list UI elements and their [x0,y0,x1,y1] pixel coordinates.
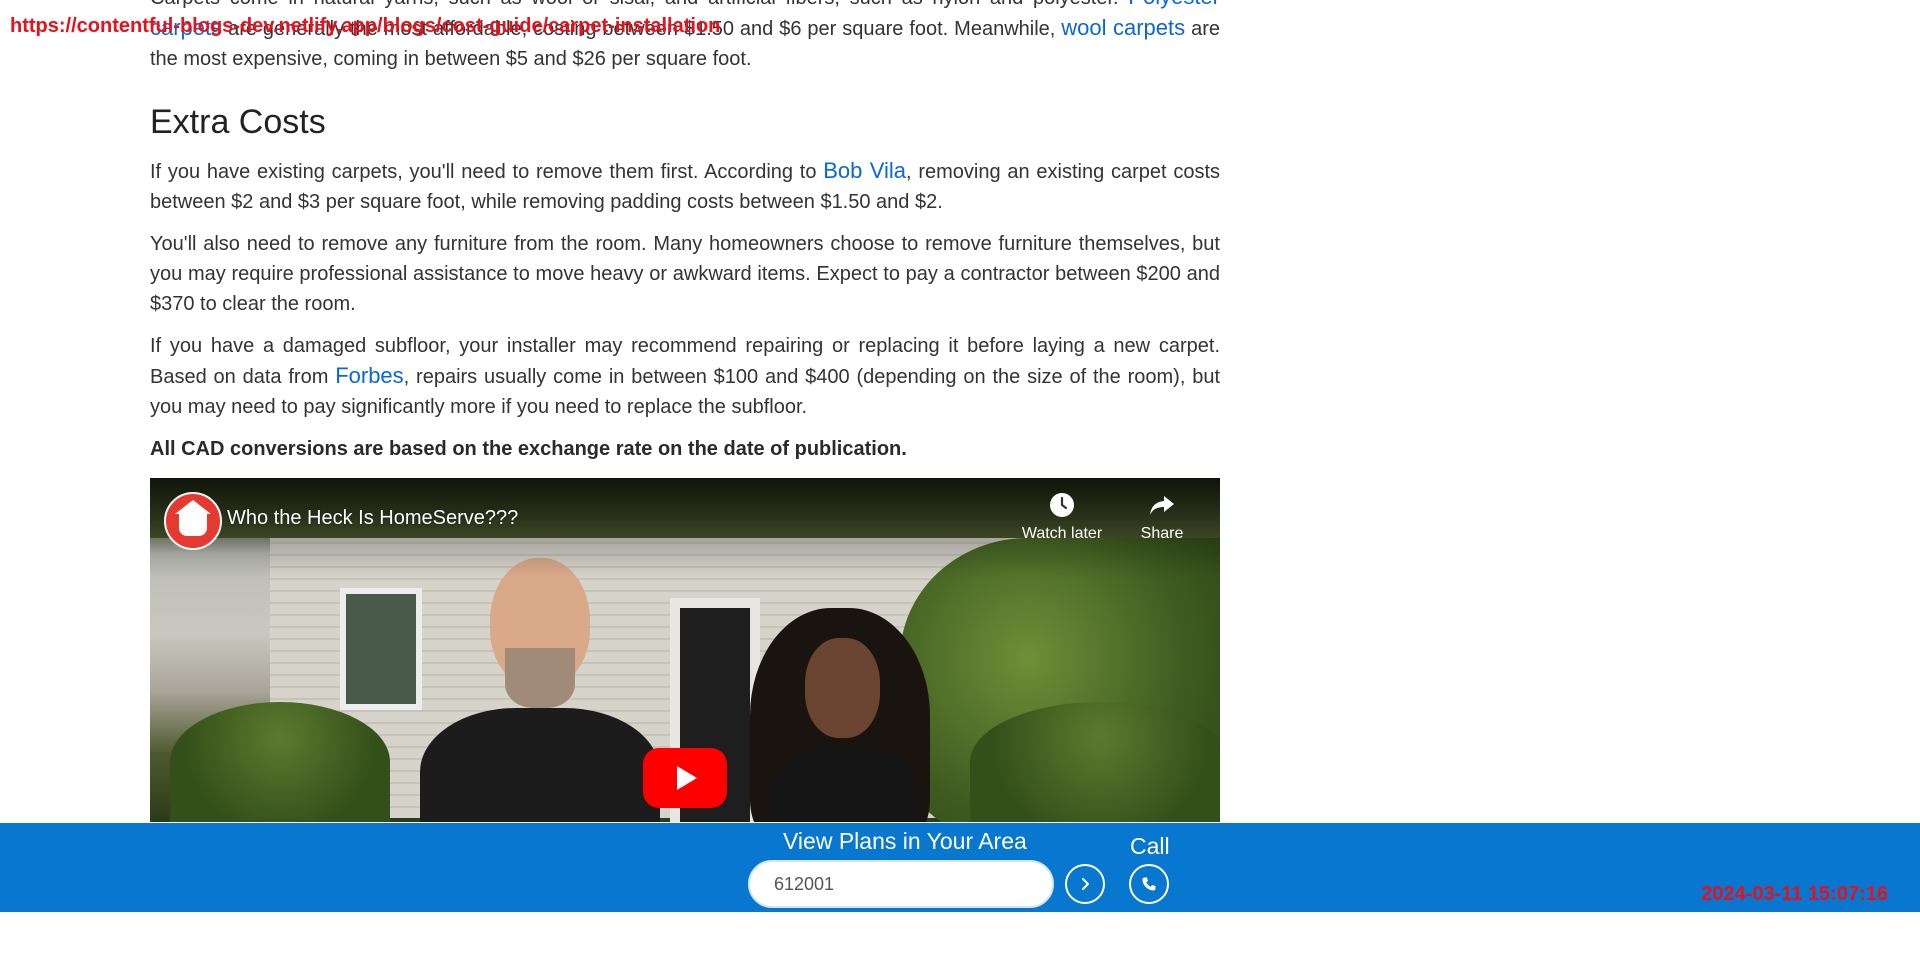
call-label: Call [1130,833,1170,859]
video-frame-window [340,588,422,710]
timestamp-overlay: 2024-03-11 15:07:16 [1701,883,1888,905]
share-arrow-icon [1150,496,1174,515]
view-plans-go-button[interactable] [1065,864,1105,904]
clock-icon [1050,493,1074,517]
share-label: Share [1140,525,1184,542]
cad-note: All CAD conversions are based on the exc… [150,438,907,460]
watch-later-label: Watch later [1021,525,1103,542]
call-button[interactable] [1129,864,1169,904]
chevron-right-icon [1082,878,1089,890]
intro-text-1: Carpets come in natural yarns, such as w… [150,0,1128,9]
paragraph-furniture: You'll also need to remove any furniture… [150,233,1220,315]
view-plans-bar: View Plans in Your Area Call [0,823,1920,912]
phone-icon [1142,877,1156,891]
video-title[interactable]: Who the Heck Is HomeServe??? [227,504,518,532]
section-heading: Extra Costs [150,103,326,141]
video-frame-person-woman [750,608,950,822]
zip-code-input[interactable] [748,860,1054,908]
youtube-play-icon[interactable] [643,748,727,808]
video-frame-shrub [970,702,1220,822]
forbes-link[interactable]: Forbes [335,363,403,388]
paragraph-removal: If you have existing carpets, you'll nee… [150,156,1220,217]
url-overlay: https://contentful-blogs-dev.netlify.app… [10,15,721,37]
video-embed[interactable]: Who the Heck Is HomeServe??? Watch later… [150,478,1220,822]
video-frame-person-man [420,558,660,822]
view-plans-title: View Plans in Your Area [783,828,1027,854]
video-frame-shrub [170,702,390,822]
p1-text-a: If you have existing carpets, you'll nee… [150,161,824,183]
article-body: Carpets come in natural yarns, such as w… [150,0,1220,822]
homeserve-house-icon[interactable] [164,492,222,550]
paragraph-subfloor: If you have a damaged subfloor, your ins… [150,331,1220,422]
watch-later-button[interactable]: Watch later [1017,492,1107,544]
wool-carpets-link[interactable]: wool carpets [1061,15,1185,40]
share-button[interactable]: Share [1117,492,1207,544]
bob-vila-link[interactable]: Bob Vila [823,158,906,183]
